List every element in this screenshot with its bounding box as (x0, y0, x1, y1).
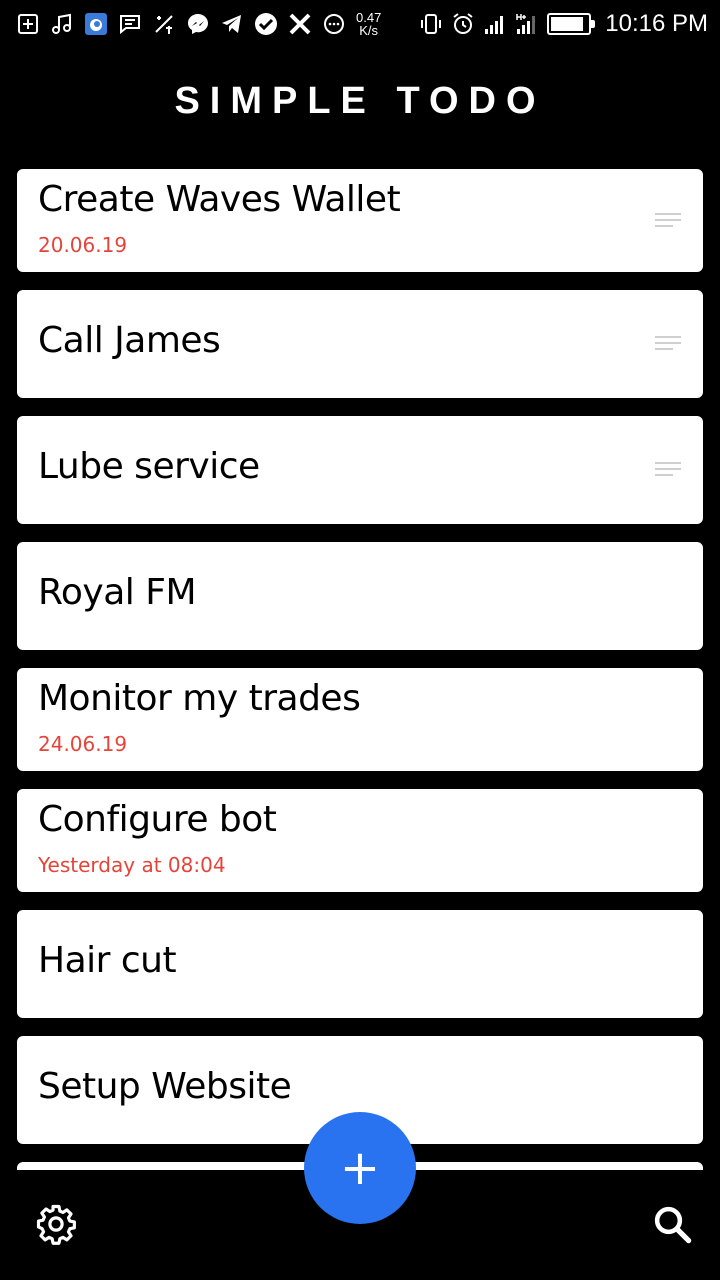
page-title: SIMPLE TODO (174, 80, 546, 122)
signal-icon (483, 12, 507, 36)
plus-icon: + (339, 1140, 381, 1196)
status-time: 10:16 PM (605, 10, 708, 37)
chat-bubble-icon (322, 12, 346, 36)
todo-item[interactable]: Call James (17, 290, 703, 398)
todo-item[interactable]: Lube service (17, 416, 703, 524)
status-bar: 0.47 K/s 10:16 PM (0, 0, 720, 48)
notes-icon (655, 462, 681, 480)
tool-icon (152, 12, 176, 36)
todo-title: Monitor my trades (38, 678, 361, 719)
battery-level (551, 17, 584, 31)
todo-title: Lube service (38, 446, 260, 487)
notes-icon (655, 336, 681, 354)
x-icon (288, 12, 312, 36)
music-note-icon (50, 12, 74, 36)
add-box-icon (16, 12, 40, 36)
message-icon (118, 12, 142, 36)
telegram-icon (220, 12, 244, 36)
notes-icon (655, 213, 681, 231)
todo-date: Yesterday at 08:04 (38, 853, 226, 877)
vibrate-icon (419, 12, 443, 36)
todo-item[interactable]: Configure bot Yesterday at 08:04 (17, 789, 703, 892)
gear-icon (36, 1204, 76, 1245)
messenger-icon (186, 12, 210, 36)
todo-item[interactable]: Royal FM (17, 542, 703, 650)
todo-date: 24.06.19 (38, 732, 128, 756)
todo-title: Create Waves Wallet (38, 179, 401, 220)
app-icon (84, 12, 108, 36)
network-speed-unit: K/s (359, 23, 379, 38)
alarm-icon (451, 12, 475, 36)
todo-item[interactable]: Create Waves Wallet 20.06.19 (17, 169, 703, 272)
add-todo-button[interactable]: + (304, 1112, 416, 1224)
todo-item[interactable]: Monitor my trades 24.06.19 (17, 668, 703, 771)
check-circle-icon (254, 12, 278, 36)
todo-title: Call James (38, 320, 221, 361)
settings-button[interactable] (32, 1200, 80, 1248)
todo-title: Setup Website (38, 1066, 292, 1107)
todo-title: Configure bot (38, 799, 277, 840)
todo-item[interactable]: Hair cut (17, 910, 703, 1018)
todo-title: Royal FM (38, 572, 197, 613)
search-button[interactable] (648, 1200, 696, 1248)
todo-date: 20.06.19 (38, 233, 128, 257)
network-speed: 0.47 K/s (356, 11, 381, 37)
signal-h-plus-icon (515, 12, 539, 36)
search-icon (654, 1206, 692, 1244)
todo-title: Hair cut (38, 940, 177, 981)
battery-icon (547, 13, 596, 35)
